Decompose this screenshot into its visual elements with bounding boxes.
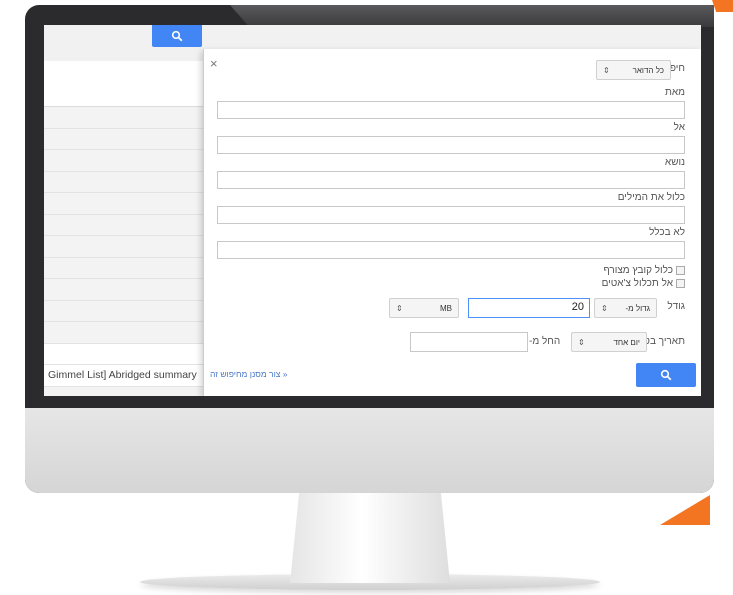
monitor-screen: Gimmel List] Abridged summary × חיפוש כל… <box>44 25 701 396</box>
mail-row[interactable] <box>44 343 204 365</box>
size-unit-value: MB <box>440 303 452 313</box>
mail-row[interactable] <box>44 193 204 215</box>
subject-label: נושא <box>664 157 685 168</box>
size-input[interactable]: 20 <box>468 298 590 318</box>
from-label: מאת <box>664 87 685 98</box>
search-submit-button[interactable] <box>636 363 696 387</box>
select-arrows-icon: ⇕ <box>578 337 585 347</box>
monitor-glare <box>230 5 714 27</box>
mail-row[interactable] <box>44 257 204 279</box>
from-field[interactable] <box>217 101 685 119</box>
size-operator-select[interactable]: גדול מ- ⇕ <box>594 298 657 318</box>
monitor-chin <box>25 408 714 493</box>
search-in-value: כל הדואר <box>632 65 664 75</box>
search-in-select[interactable]: כל הדואר ⇕ <box>596 60 671 80</box>
mail-row[interactable] <box>44 236 204 258</box>
mail-list: Gimmel List] Abridged summary <box>44 107 204 396</box>
select-arrows-icon: ⇕ <box>601 303 608 313</box>
search-icon <box>660 369 672 381</box>
mail-row-gimmel-list[interactable]: Gimmel List] Abridged summary <box>44 365 204 387</box>
size-operator-value: גדול מ- <box>625 303 650 313</box>
to-field[interactable] <box>217 136 685 154</box>
subject-field[interactable] <box>217 171 685 189</box>
mail-row[interactable] <box>44 128 204 150</box>
date-range-value: יום אחד <box>613 337 640 347</box>
has-attachment-label: כלול קובץ מצורף <box>603 265 673 276</box>
date-input[interactable] <box>410 332 528 352</box>
search-button-top[interactable] <box>152 25 202 47</box>
mail-row[interactable] <box>44 150 204 172</box>
mail-row[interactable] <box>44 300 204 322</box>
search-icon <box>171 30 183 42</box>
doesnt-have-label: לא בכלל <box>649 227 685 238</box>
no-chats-checkbox[interactable] <box>676 279 685 288</box>
monitor-stand-neck <box>290 488 450 583</box>
has-attachment-option[interactable]: כלול קובץ מצורף <box>603 265 685 276</box>
advanced-search-dialog: × חיפוש כל הדואר ⇕ מאת אל נושא כלול את ה… <box>203 49 701 396</box>
has-attachment-checkbox[interactable] <box>676 266 685 275</box>
size-unit-select[interactable]: ⇕ MB <box>389 298 459 318</box>
has-words-field[interactable] <box>217 206 685 224</box>
date-range-select[interactable]: יום אחד ⇕ <box>571 332 647 352</box>
create-filter-link[interactable]: צור מסנן מחיפוש זה » <box>210 369 288 379</box>
date-of-label: החל מ- <box>529 336 561 347</box>
select-arrows-icon: ⇕ <box>603 65 610 75</box>
to-label: אל <box>673 122 685 133</box>
close-icon[interactable]: × <box>210 57 218 70</box>
has-words-label: כלול את המילים <box>617 192 685 203</box>
no-chats-label: אל תכלול צ'אטים <box>601 278 673 289</box>
size-label: גודל <box>667 301 685 312</box>
mail-row[interactable] <box>44 214 204 236</box>
orange-corner-decoration-bottom <box>660 495 710 525</box>
no-chats-option[interactable]: אל תכלול צ'אטים <box>602 278 685 289</box>
orange-corner-decoration-top <box>712 0 733 12</box>
doesnt-have-field[interactable] <box>217 241 685 259</box>
mail-row[interactable] <box>44 171 204 193</box>
mail-row[interactable] <box>44 322 204 344</box>
mail-row[interactable] <box>44 107 204 129</box>
mail-row[interactable] <box>44 279 204 301</box>
select-arrows-icon: ⇕ <box>396 303 403 313</box>
mail-row[interactable] <box>44 386 204 396</box>
